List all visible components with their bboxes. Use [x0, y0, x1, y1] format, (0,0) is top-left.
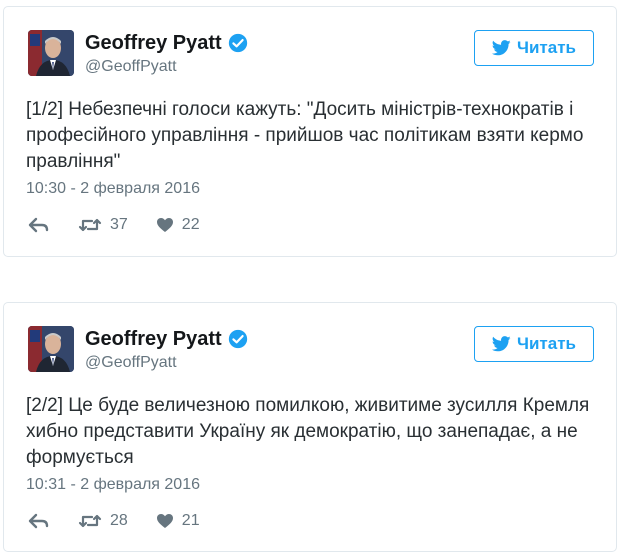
tweet-actions: 37 22 — [28, 216, 200, 234]
reply-icon — [28, 217, 49, 233]
verified-badge-icon — [228, 329, 247, 349]
author-name[interactable]: Geoffrey Pyatt — [85, 328, 222, 350]
heart-icon — [156, 218, 173, 232]
reply-button[interactable] — [28, 513, 50, 529]
reply-button[interactable] — [28, 217, 50, 233]
tweet-text: [2/2] Це буде величезною помилкою, живит… — [26, 395, 590, 468]
tweet-actions: 28 21 — [28, 512, 200, 530]
retweet-count: 28 — [110, 512, 128, 529]
like-button[interactable]: 21 — [156, 512, 200, 530]
like-count: 21 — [181, 512, 200, 529]
tweet-text: [1/2] Небезпечні голоси кажуть: "Досить … — [26, 99, 584, 172]
follow-button-label: Читать — [517, 334, 576, 353]
author-name[interactable]: Geoffrey Pyatt — [85, 32, 222, 54]
follow-button-label: Читать — [517, 38, 576, 57]
follow-button[interactable]: Читать — [474, 326, 594, 362]
twitter-bird-icon — [492, 336, 511, 352]
author-handle[interactable]: @GeoffPyatt — [85, 58, 177, 76]
avatar[interactable] — [28, 30, 74, 76]
reply-icon — [28, 513, 49, 529]
retweet-button[interactable]: 37 — [78, 216, 128, 234]
tweet-card: Geoffrey Pyatt @GeoffPyatt Читать [1/2] … — [3, 6, 617, 257]
like-count: 22 — [181, 216, 200, 233]
like-button[interactable]: 22 — [156, 216, 200, 234]
retweet-count: 37 — [110, 216, 128, 233]
twitter-bird-icon — [492, 40, 511, 56]
tweet-timestamp[interactable]: 10:31 - 2 февраля 2016 — [26, 476, 200, 494]
heart-icon — [156, 514, 173, 528]
retweet-icon — [78, 514, 102, 528]
follow-button[interactable]: Читать — [474, 30, 594, 66]
tweet-card: Geoffrey Pyatt @GeoffPyatt Читать [2/2] … — [3, 302, 617, 552]
retweet-button[interactable]: 28 — [78, 512, 128, 530]
verified-badge-icon — [228, 33, 247, 53]
retweet-icon — [78, 218, 102, 232]
tweet-timestamp[interactable]: 10:30 - 2 февраля 2016 — [26, 180, 200, 198]
avatar[interactable] — [28, 326, 74, 372]
author-handle[interactable]: @GeoffPyatt — [85, 354, 177, 372]
